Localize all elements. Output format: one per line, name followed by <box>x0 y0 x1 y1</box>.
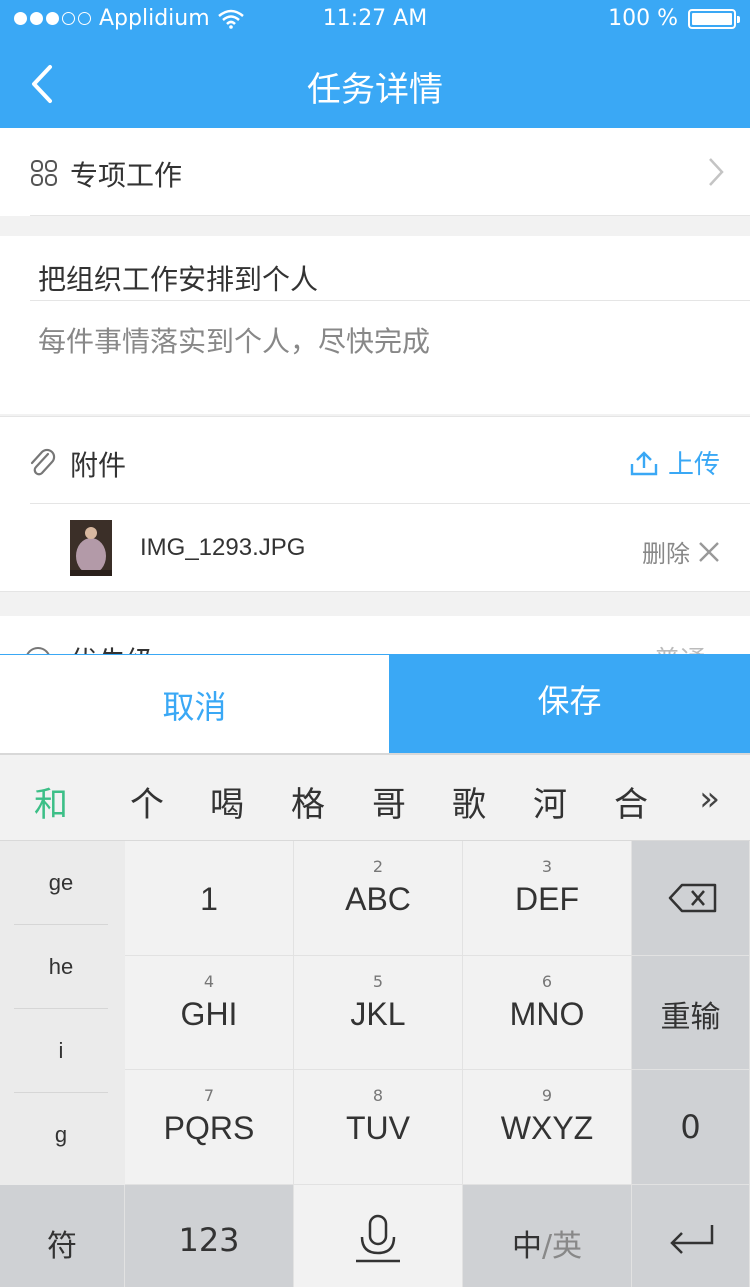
status-bar: Applidium 11:27 AM 100 % <box>0 0 750 40</box>
delete-label: 删除 <box>642 540 690 568</box>
close-icon <box>699 541 719 562</box>
delete-attachment-button[interactable]: 删除 <box>642 534 720 569</box>
divider <box>30 503 750 504</box>
more-candidates-button[interactable]: » <box>699 779 720 819</box>
divider <box>0 416 750 417</box>
paperclip-icon <box>30 448 56 476</box>
key-2[interactable]: 2 ABC <box>294 841 463 956</box>
key-3[interactable]: 3 DEF <box>463 841 632 956</box>
candidate-bar: 和 个 喝 格 哥 歌 河 合 » <box>0 755 750 841</box>
screen: Applidium 11:27 AM 100 % 任务详情 专项工作 把组织工作… <box>0 0 750 1287</box>
candidate-word[interactable]: 哥 <box>372 777 406 826</box>
task-type-label: 专项工作 <box>70 159 183 192</box>
save-button[interactable]: 保存 <box>389 654 750 753</box>
page-title: 任务详情 <box>307 70 443 110</box>
task-type-row[interactable]: 专项工作 <box>0 128 750 216</box>
key-1[interactable]: 1 <box>125 841 294 956</box>
pinyin-option[interactable]: ge <box>14 841 108 925</box>
key-0[interactable]: 0 <box>632 1070 750 1185</box>
key-8[interactable]: 8 TUV <box>294 1070 463 1185</box>
nav-header: Applidium 11:27 AM 100 % 任务详情 <box>0 0 750 128</box>
numeric-key[interactable]: 123 <box>125 1185 294 1287</box>
key-7[interactable]: 7 PQRS <box>125 1070 294 1185</box>
candidate-word[interactable]: 河 <box>533 777 567 826</box>
task-title-field[interactable]: 把组织工作安排到个人 <box>38 258 318 298</box>
battery-percent: 100 % <box>608 6 678 31</box>
candidate-word[interactable]: 歌 <box>452 777 486 826</box>
candidate-word[interactable]: 个 <box>130 777 164 826</box>
upload-button[interactable]: 上传 <box>630 444 720 481</box>
pinyin-option[interactable]: g <box>14 1093 108 1177</box>
thumbnail-image <box>70 520 112 576</box>
upload-label: 上传 <box>667 450 720 480</box>
microphone-icon <box>356 1214 400 1263</box>
attachment-thumbnail[interactable] <box>70 520 112 576</box>
pinyin-option[interactable]: i <box>14 1009 108 1093</box>
battery-icon <box>688 8 740 29</box>
cancel-button[interactable]: 取消 <box>0 654 389 753</box>
candidate-word[interactable]: 合 <box>614 777 648 826</box>
key-4[interactable]: 4 GHI <box>125 956 294 1070</box>
attachment-filename: IMG_1293.JPG <box>140 534 306 561</box>
pinyin-option[interactable]: he <box>14 925 108 1009</box>
candidate-word[interactable]: 喝 <box>210 777 244 826</box>
divider <box>0 591 750 592</box>
key-9[interactable]: 9 WXYZ <box>463 1070 632 1185</box>
task-description-field[interactable]: 每件事情落实到个人，尽快完成 <box>38 320 430 360</box>
attachments-section: 附件 上传 IMG_1293.JPG 删除 <box>0 416 750 592</box>
priority-row[interactable]: 优先级 普通 <box>0 616 750 656</box>
candidate-word[interactable]: 和 <box>34 777 68 826</box>
symbol-key[interactable]: 符 <box>0 1185 125 1287</box>
language-switch-key[interactable]: 中/英 <box>463 1185 632 1287</box>
enter-key[interactable] <box>632 1185 750 1287</box>
candidate-word[interactable]: 格 <box>291 777 325 826</box>
divider <box>30 215 750 216</box>
enter-icon <box>670 1225 714 1254</box>
pinyin-list: ge he i g <box>0 841 125 1185</box>
backspace-key[interactable] <box>632 841 750 956</box>
reinput-key[interactable]: 重输 <box>632 956 750 1070</box>
voice-input-key[interactable] <box>294 1185 463 1287</box>
action-bar: 取消 保存 <box>0 654 750 753</box>
key-6[interactable]: 6 MNO <box>463 956 632 1070</box>
chevron-right-icon <box>709 158 724 186</box>
backspace-icon <box>668 883 717 913</box>
task-content: 把组织工作安排到个人 每件事情落实到个人，尽快完成 <box>0 236 750 414</box>
keyboard: 和 个 喝 格 哥 歌 河 合 » ge he i g 1 2 ABC 3 DE… <box>0 753 750 1287</box>
attachments-label: 附件 <box>70 449 127 482</box>
key-5[interactable]: 5 JKL <box>294 956 463 1070</box>
divider <box>30 300 750 301</box>
grid-icon <box>31 160 57 186</box>
upload-icon <box>630 450 658 475</box>
